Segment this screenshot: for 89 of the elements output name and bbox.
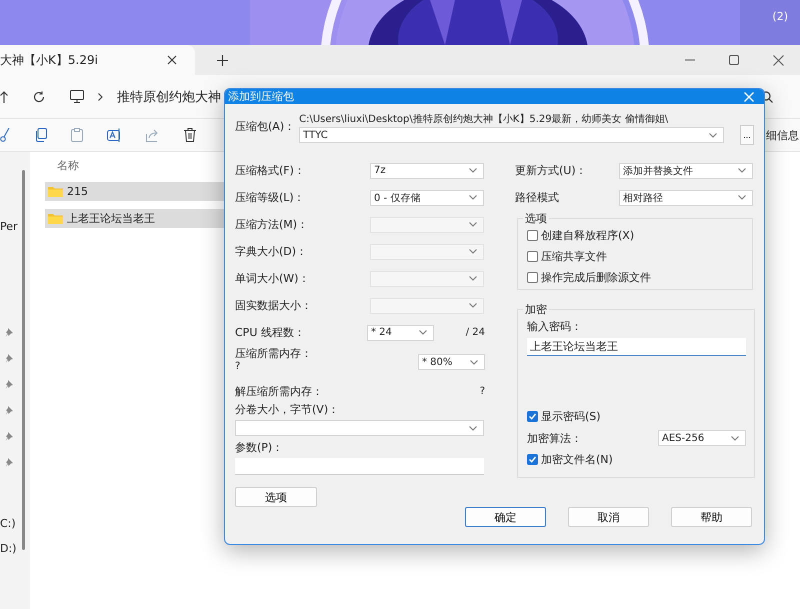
pin-icon — [5, 406, 13, 415]
field-label: 输入密码： — [527, 319, 583, 334]
paste-icon[interactable] — [71, 128, 83, 142]
field-label: 加密算法： — [527, 430, 583, 446]
checkbox-label[interactable]: 操作完成后删除源文件 — [541, 270, 651, 285]
sidebar-item[interactable]: Per — [0, 220, 30, 233]
archive-label: 压缩包(A)： — [235, 119, 296, 134]
checkbox[interactable] — [527, 230, 538, 241]
close-icon[interactable] — [167, 55, 177, 65]
pin-icon — [5, 458, 13, 467]
dropdown[interactable]: 0 - 仅存储 — [370, 190, 484, 206]
password-field[interactable]: 上老王论坛当老王 — [527, 338, 746, 356]
pin-icon — [5, 380, 13, 389]
field-label: 压缩等级(L)： — [235, 190, 306, 205]
new-tab-icon[interactable] — [217, 54, 228, 66]
dialog-button[interactable]: 取消 — [568, 507, 649, 527]
refresh-icon[interactable] — [33, 90, 45, 102]
field-label: 压缩方法(M)： — [235, 217, 310, 232]
caret-icon — [469, 303, 477, 308]
caret-icon — [470, 360, 478, 364]
caret-icon — [469, 276, 477, 281]
field-label: 分卷大小，字节(V)： — [235, 402, 340, 417]
copy-icon[interactable] — [34, 128, 47, 142]
monitor-icon — [70, 90, 84, 103]
field-label: 固实数据大小： — [235, 298, 313, 313]
group-title: 加密 — [524, 302, 548, 317]
breadcrumb-item[interactable]: 推特原创约炮大神 — [117, 88, 221, 106]
pin-icon — [5, 328, 13, 337]
folder-icon — [48, 213, 63, 224]
checkbox[interactable] — [527, 272, 538, 283]
sidebar-item[interactable]: C:) — [0, 517, 30, 530]
archive-name-field[interactable]: TTYC — [299, 127, 724, 143]
memory-value: ? — [480, 386, 485, 396]
delete-icon[interactable] — [184, 128, 196, 142]
archive-path: C:\Users\liuxi\Desktop\推特原创约炮大神【小K】5.29最新，幼师美女 偷情御姐\ — [299, 112, 670, 126]
sidebar-item[interactable]: D:) — [0, 542, 30, 555]
up-arrow-icon[interactable] — [0, 90, 8, 102]
caret-icon — [738, 195, 746, 200]
field-label: CPU 线程数： — [235, 325, 306, 340]
checkbox-label[interactable]: 加密文件名(N) — [541, 452, 613, 467]
options-button[interactable]: 选项 — [235, 487, 317, 507]
explorer-tab[interactable]: 大神【小K】5.29i — [0, 45, 195, 75]
caret-icon — [469, 426, 477, 430]
checkbox-label[interactable]: 创建自释放程序(X) — [541, 228, 634, 243]
checkbox-label[interactable]: 压缩共享文件 — [541, 249, 607, 264]
folder-icon — [48, 186, 63, 197]
pin-icon — [5, 354, 13, 363]
checkbox-label[interactable]: 显示密码(S) — [541, 409, 601, 424]
field-label: 压缩所需内存： — [235, 346, 313, 361]
input-field[interactable] — [235, 458, 484, 475]
caret-icon — [709, 132, 718, 138]
field-label: 解压缩所需内存： — [235, 384, 324, 398]
field-label: 压缩格式(F)： — [235, 163, 306, 178]
chevron-icon — [98, 92, 103, 100]
maximize-icon[interactable] — [729, 55, 739, 65]
field-label: 字典大小(D)： — [235, 244, 308, 259]
group-title: 选项 — [524, 211, 548, 226]
caret-icon — [469, 249, 477, 254]
close-icon[interactable] — [773, 54, 784, 66]
details-label[interactable]: 细信息 — [766, 128, 799, 142]
rename-icon[interactable] — [107, 128, 122, 142]
dialog-button[interactable]: 确定 — [465, 507, 546, 527]
dropdown[interactable]: * 24 — [366, 324, 434, 340]
dropdown[interactable]: * 80% — [418, 354, 485, 370]
dropdown[interactable]: 添加并替换文件 — [619, 162, 753, 178]
checkbox[interactable] — [527, 411, 538, 422]
browse-button[interactable]: ... — [740, 125, 754, 145]
dialog-title: 添加到压缩包 — [228, 89, 294, 104]
checkbox[interactable] — [527, 454, 538, 465]
field-label: 路径模式 — [515, 190, 560, 205]
checkbox[interactable] — [527, 251, 538, 262]
pin-icon — [5, 432, 13, 441]
scrollbar[interactable] — [22, 170, 25, 550]
dropdown[interactable]: 相对路径 — [619, 190, 753, 206]
caret-icon — [731, 436, 739, 440]
dropdown[interactable]: 7z — [370, 162, 484, 178]
field-label: 单词大小(W)： — [235, 271, 310, 286]
field-label: 参数(P)： — [235, 440, 284, 455]
field-label: 更新方式(U)： — [515, 163, 588, 178]
caret-icon — [469, 168, 477, 173]
caret-icon — [738, 168, 746, 173]
memory-value: ? — [235, 361, 242, 372]
caret-icon — [469, 195, 477, 200]
caret-icon — [418, 330, 427, 335]
dropdown[interactable]: AES-256 — [658, 430, 746, 446]
dialog-button[interactable]: 帮助 — [671, 507, 752, 527]
caret-icon — [469, 222, 477, 227]
thread-total: / 24 — [466, 327, 485, 338]
desktop-icon-label[interactable]: (2) — [772, 10, 788, 23]
